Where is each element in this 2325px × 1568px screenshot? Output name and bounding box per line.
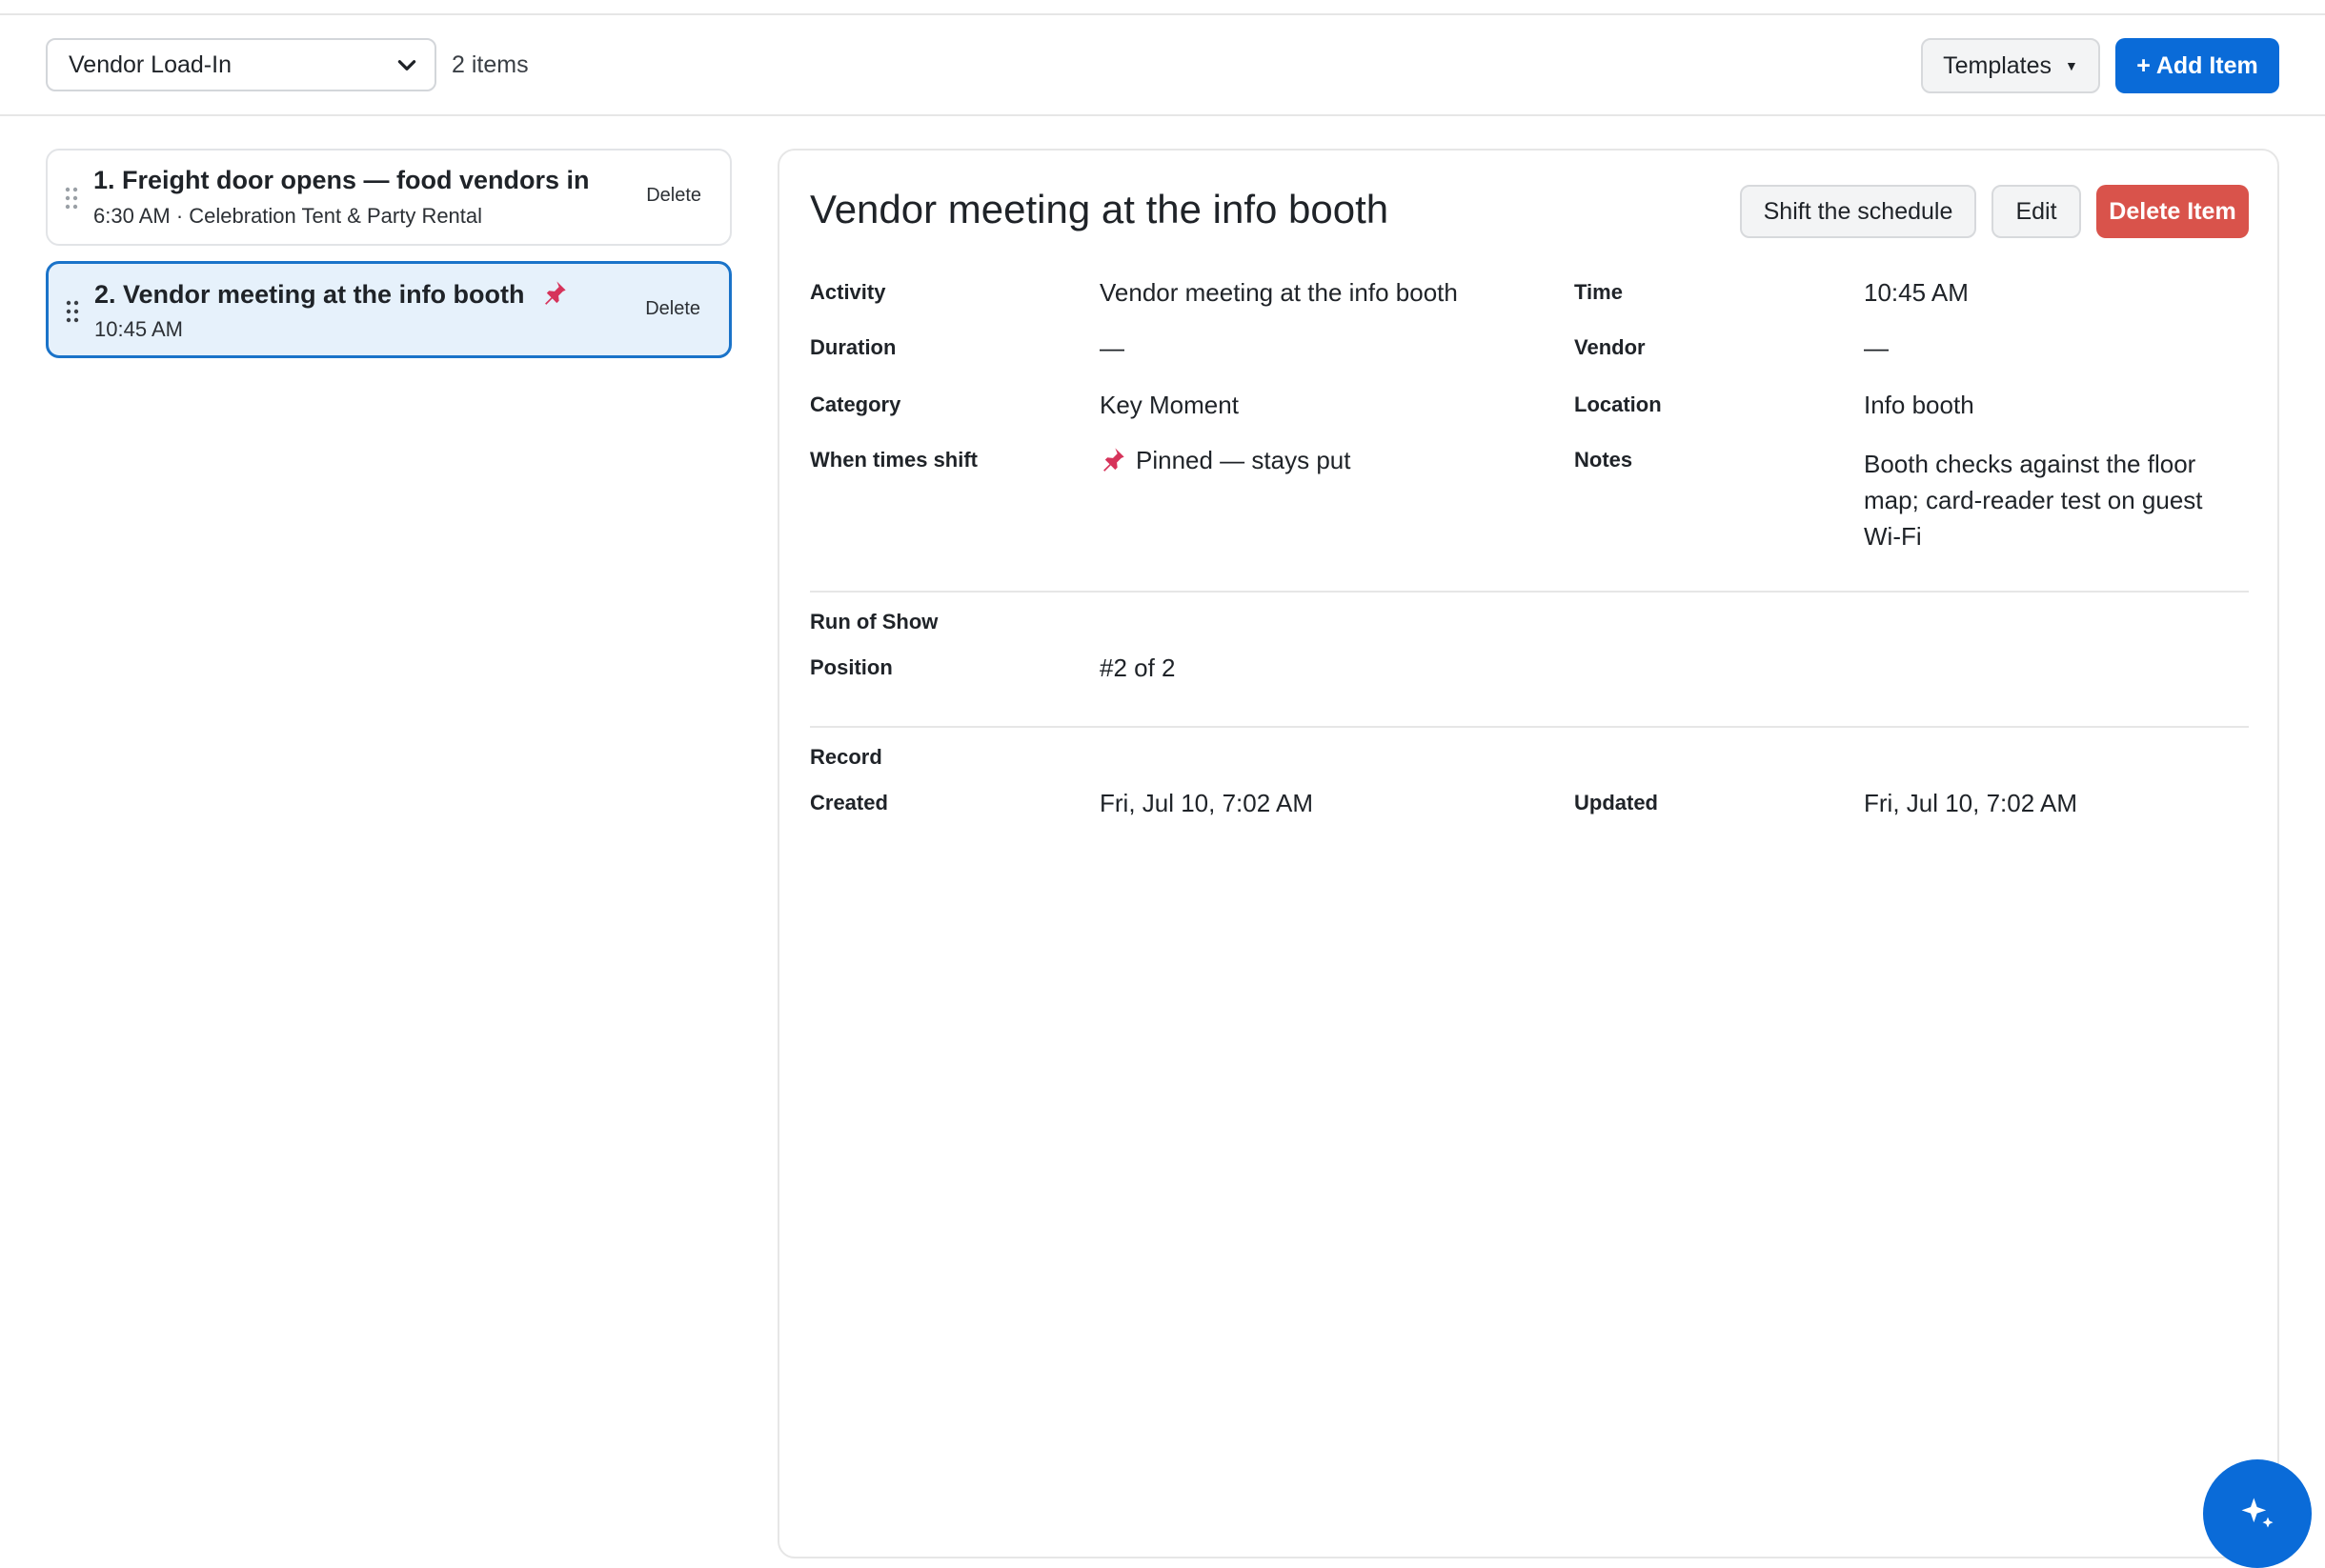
templates-button[interactable]: Templates ▼	[1921, 38, 2100, 93]
list-item[interactable]: 1. Freight door opens — food vendors in …	[46, 149, 732, 246]
when-times-shift-value: Pinned — stays put	[1100, 446, 1350, 475]
notes-label: Notes	[1574, 448, 1633, 472]
position-value: #2 of 2	[1100, 653, 1176, 682]
updated-value: Fri, Jul 10, 7:02 AM	[1864, 789, 2077, 817]
duration-label: Duration	[810, 335, 897, 359]
activity-label: Activity	[810, 280, 886, 304]
drag-handle-icon[interactable]	[65, 187, 78, 210]
category-label: Category	[810, 392, 901, 416]
pin-icon	[545, 281, 566, 305]
list-item-subtitle: 6:30 AM · Celebration Tent & Party Renta…	[93, 204, 483, 228]
location-value: Info booth	[1864, 391, 1974, 419]
chevron-down-icon	[397, 60, 416, 70]
shift-schedule-button[interactable]: Shift the schedule	[1740, 185, 1976, 238]
updated-label: Updated	[1574, 791, 1658, 814]
list-item-title-text: 2. Vendor meeting at the info booth	[94, 280, 525, 309]
activity-value: Vendor meeting at the info booth	[1100, 278, 1458, 307]
section-divider	[810, 591, 2249, 593]
run-of-show-heading: Run of Show	[810, 610, 939, 633]
assistant-button[interactable]	[2203, 1459, 2312, 1568]
duration-value: —	[1100, 333, 1124, 362]
pin-icon	[1103, 448, 1124, 472]
category-value: Key Moment	[1100, 391, 1239, 419]
record-heading: Record	[810, 745, 882, 769]
item-count: 2 items	[452, 51, 529, 78]
templates-label: Templates	[1943, 51, 2052, 79]
created-value: Fri, Jul 10, 7:02 AM	[1100, 789, 1313, 817]
caret-down-icon: ▼	[2065, 58, 2078, 73]
list-select-value: Vendor Load-In	[69, 50, 232, 78]
add-item-button[interactable]: + Add Item	[2115, 38, 2279, 93]
when-times-shift-text: Pinned — stays put	[1136, 446, 1351, 474]
vendor-value: —	[1864, 333, 1889, 362]
list-item-subtitle: 10:45 AM	[94, 317, 183, 341]
location-label: Location	[1574, 392, 1662, 416]
vendor-label: Vendor	[1574, 335, 1646, 359]
time-value: 10:45 AM	[1864, 278, 1969, 307]
detail-panel: Vendor meeting at the info booth Shift t…	[778, 149, 2279, 1558]
position-label: Position	[810, 655, 893, 679]
delete-item-button[interactable]: Delete	[646, 185, 701, 207]
toolbar: Vendor Load-In 2 items Templates ▼ + Add…	[0, 15, 2325, 116]
created-label: Created	[810, 791, 888, 814]
list-item-selected[interactable]: 2. Vendor meeting at the info booth 10:4…	[46, 261, 732, 358]
notes-value: Booth checks against the floor map; card…	[1864, 450, 2203, 551]
section-divider	[810, 726, 2249, 728]
delete-item-button[interactable]: Delete	[645, 298, 700, 320]
drag-handle-icon[interactable]	[66, 300, 79, 323]
delete-item-detail-button[interactable]: Delete Item	[2096, 185, 2249, 238]
edit-button[interactable]: Edit	[1991, 185, 2081, 238]
when-times-shift-label: When times shift	[810, 448, 979, 472]
time-label: Time	[1574, 280, 1623, 304]
sparkle-icon	[2241, 1498, 2274, 1528]
detail-title: Vendor meeting at the info booth	[810, 187, 1389, 231]
list-item-title: 1. Freight door opens — food vendors in	[93, 166, 590, 194]
list-select[interactable]: Vendor Load-In	[46, 38, 436, 91]
list-item-title: 2. Vendor meeting at the info booth	[94, 279, 568, 310]
